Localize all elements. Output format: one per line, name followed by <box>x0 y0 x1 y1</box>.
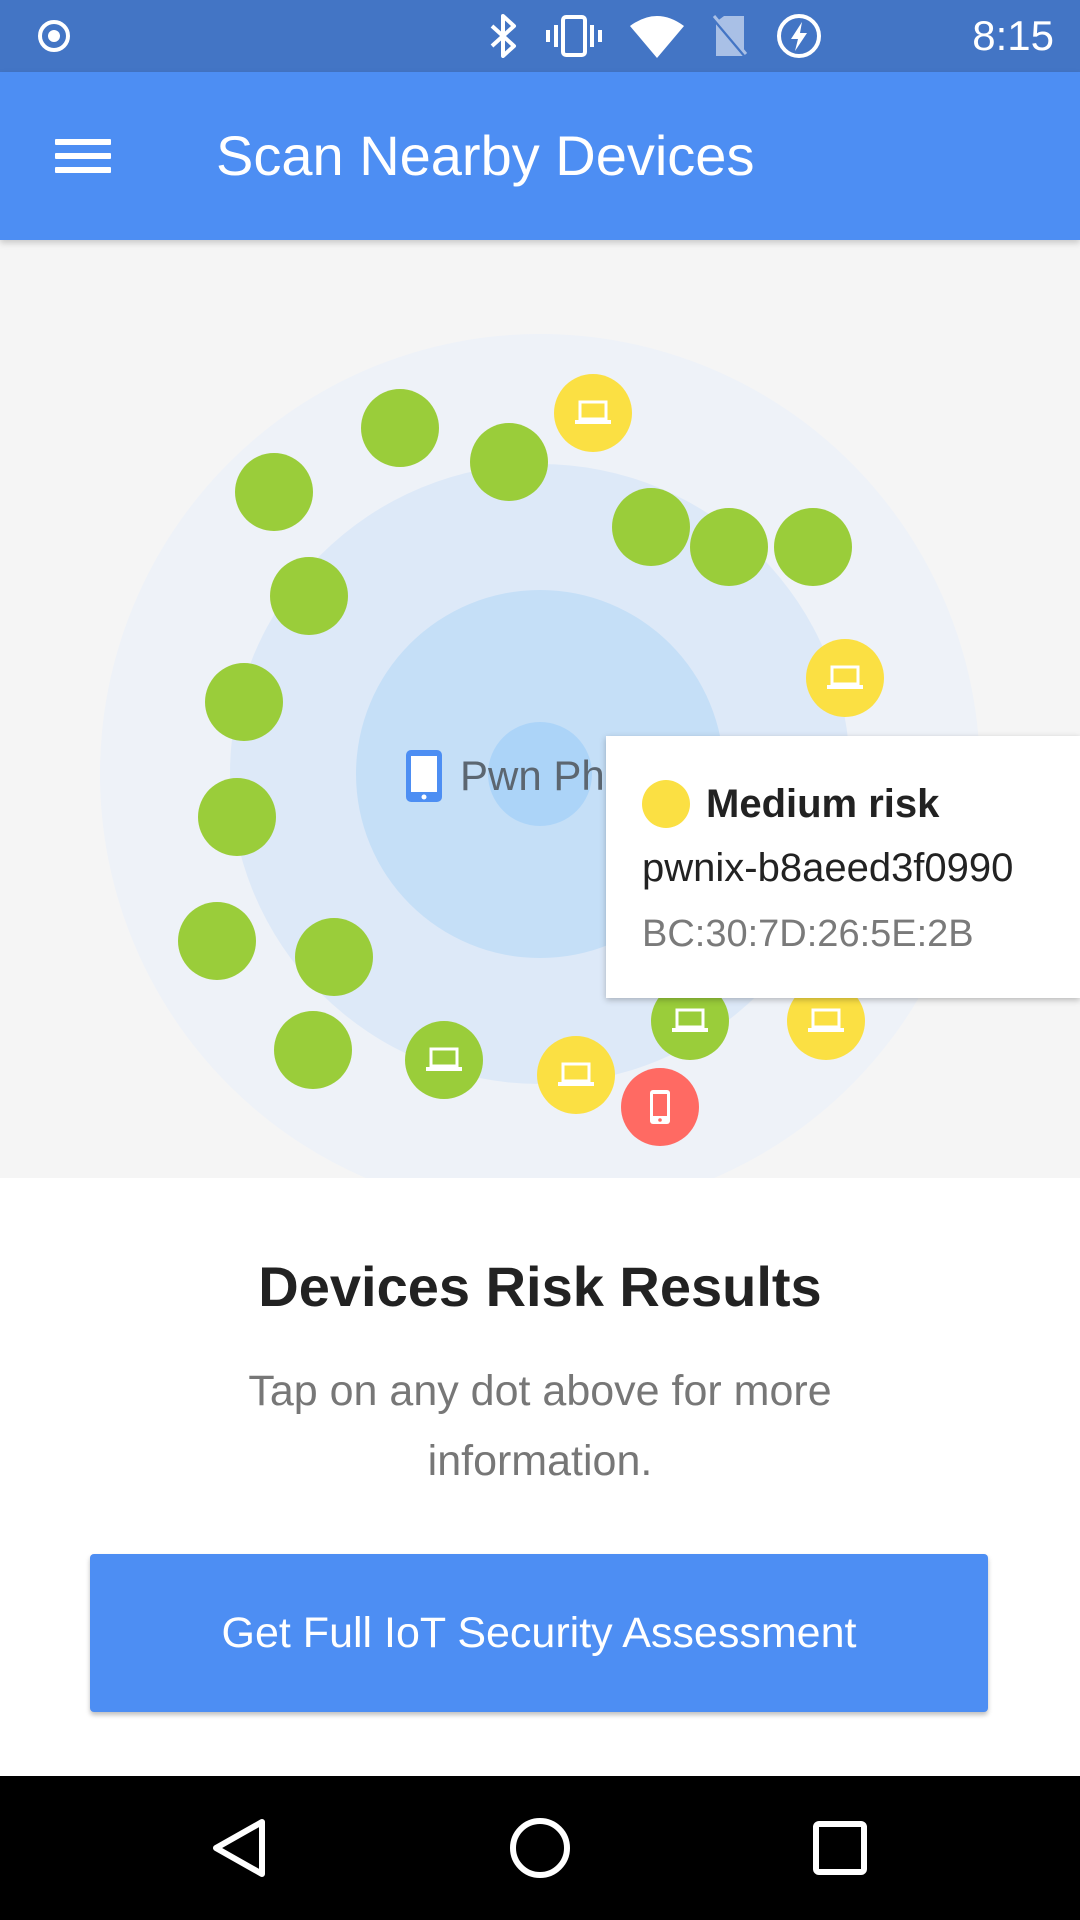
bluetooth-icon <box>490 14 516 58</box>
results-subtitle: Tap on any dot above for more informatio… <box>248 1367 832 1485</box>
laptop-icon <box>558 1062 594 1086</box>
full-assessment-button[interactable]: Get Full IoT Security Assessment <box>90 1554 988 1712</box>
device-dot-low-risk[interactable] <box>612 488 690 566</box>
menu-button[interactable] <box>40 118 126 194</box>
device-dot-low-risk[interactable] <box>295 918 373 996</box>
device-dot-medium-risk[interactable] <box>537 1036 615 1114</box>
navigation-bar <box>0 1776 1080 1920</box>
device-dot-low-risk[interactable] <box>774 508 852 586</box>
device-dot-medium-risk[interactable] <box>806 639 884 717</box>
battery-charging-icon <box>777 14 821 58</box>
device-dot-low-risk[interactable] <box>690 508 768 586</box>
clock: 8:15 <box>972 12 1054 59</box>
laptop-icon <box>808 1008 844 1032</box>
vibrate-icon <box>546 15 602 57</box>
device-mac-address: BC:30:7D:26:5E:2B <box>642 913 974 955</box>
risk-level-label: Medium risk <box>706 782 940 826</box>
menu-icon-bar <box>55 167 111 173</box>
device-dot-low-risk[interactable] <box>274 1011 352 1089</box>
wifi-icon <box>630 16 684 58</box>
status-bar: 8:15 <box>0 0 1080 72</box>
home-icon[interactable] <box>500 1808 580 1888</box>
laptop-icon <box>575 400 611 424</box>
device-dot-low-risk[interactable] <box>270 557 348 635</box>
phone-icon <box>650 1090 670 1124</box>
device-dot-low-risk[interactable] <box>198 778 276 856</box>
recents-icon[interactable] <box>800 1808 880 1888</box>
device-dot-low-risk[interactable] <box>470 423 548 501</box>
no-sim-icon <box>712 15 748 58</box>
app-bar: Scan Nearby Devices <box>0 72 1080 240</box>
device-dot-high-risk[interactable] <box>621 1068 699 1146</box>
laptop-icon <box>672 1008 708 1032</box>
record-icon <box>38 20 70 52</box>
device-dot-low-risk[interactable] <box>361 389 439 467</box>
laptop-icon <box>827 665 863 689</box>
laptop-icon <box>426 1047 462 1071</box>
page-title: Scan Nearby Devices <box>216 124 755 187</box>
back-icon[interactable] <box>200 1808 280 1888</box>
device-dot-medium-risk[interactable] <box>554 374 632 452</box>
device-dot-low-risk[interactable] <box>405 1021 483 1099</box>
menu-icon <box>55 139 111 145</box>
device-dot-low-risk[interactable] <box>235 453 313 531</box>
phone-icon <box>406 750 442 802</box>
status-icons <box>488 14 822 58</box>
device-dot-low-risk[interactable] <box>205 663 283 741</box>
menu-icon-bar <box>55 153 111 159</box>
results-title: Devices Risk Results <box>258 1255 822 1318</box>
device-info-popup: Medium risk pwnix-b8aeed3f0990 BC:30:7D:… <box>606 736 1080 998</box>
device-name: pwnix-b8aeed3f0990 <box>642 846 1014 890</box>
device-dot-low-risk[interactable] <box>178 902 256 980</box>
radar-scan-area: Pwn Phone Medium risk pwnix-b8aeed3f0990… <box>0 240 1080 1178</box>
risk-level-dot <box>642 780 690 828</box>
